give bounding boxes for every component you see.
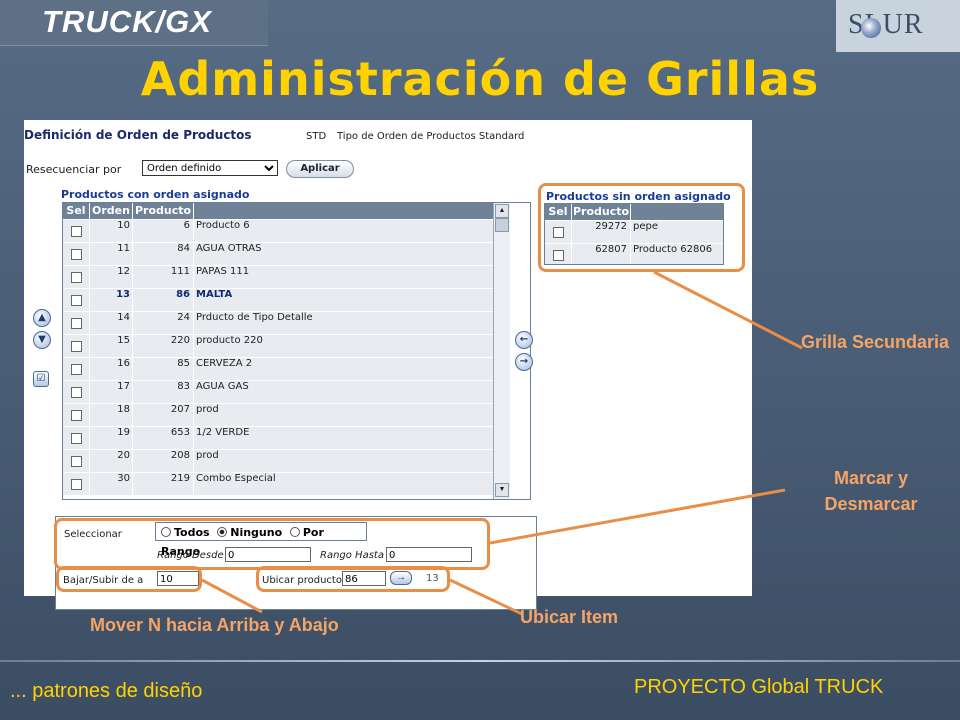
note-secondary-grid: Grilla Secundaria <box>800 332 950 352</box>
note-move-n: Mover N hacia Arriba y Abajo <box>90 615 339 635</box>
line-locate <box>449 578 523 616</box>
footer-left-text: ... patrones de diseño <box>10 680 203 702</box>
note-locate-item: Ubicar Item <box>520 607 619 627</box>
line-move-n <box>201 578 263 614</box>
callout-lines <box>201 270 803 616</box>
footer-divider <box>0 660 960 662</box>
note-mark-unmark: Marcar y Desmarcar <box>824 468 918 514</box>
footer-right-text: PROYECTO Global TRUCK <box>634 676 884 698</box>
line-secondary-grid <box>653 270 803 350</box>
line-mark-unmark <box>489 488 786 545</box>
